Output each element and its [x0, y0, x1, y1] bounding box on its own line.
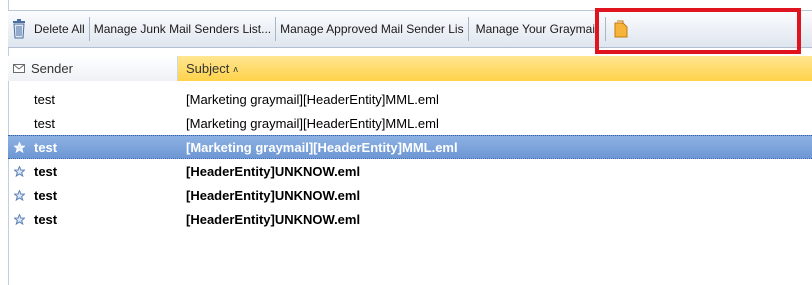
table-row[interactable]: test [HeaderEntity]UNKNOW.eml [8, 159, 812, 183]
toolbar-separator [604, 17, 606, 41]
subject-column-label: Subject [186, 61, 230, 76]
message-list: Sender Subject ʌ test [Marketing graymai… [8, 56, 812, 285]
manage-graymail-button[interactable]: Manage Your Graymail [469, 11, 605, 47]
star-icon [13, 189, 25, 201]
flag-cell[interactable] [8, 159, 30, 183]
flag-cell[interactable] [8, 207, 30, 231]
sender-cell: test [34, 211, 58, 227]
manage-junk-senders-button[interactable]: Manage Junk Mail Senders List... [90, 11, 275, 47]
table-row[interactable]: test [HeaderEntity]UNKNOW.eml [8, 183, 812, 207]
subject-cell: [Marketing graymail][HeaderEntity]MML.em… [186, 115, 439, 131]
subject-cell: [HeaderEntity]UNKNOW.eml [186, 211, 361, 227]
envelope-icon [13, 64, 25, 73]
message-list-header: Sender Subject ʌ [8, 56, 812, 81]
sender-column-header[interactable]: Sender [8, 56, 178, 81]
sender-column-label: Sender [31, 61, 73, 76]
star-icon [13, 213, 25, 225]
delete-all-button[interactable]: Delete All [30, 11, 89, 47]
sender-cell: test [34, 187, 58, 203]
sender-cell: test [34, 163, 58, 179]
subject-column-header[interactable]: Subject ʌ [178, 56, 812, 81]
table-row[interactable]: test [Marketing graymail][HeaderEntity]M… [8, 111, 812, 135]
message-rows: test [Marketing graymail][HeaderEntity]M… [8, 87, 812, 231]
star-icon [13, 141, 25, 153]
subject-cell: [HeaderEntity]UNKNOW.eml [186, 187, 361, 203]
sort-ascending-icon: ʌ [233, 63, 238, 74]
flag-cell[interactable] [8, 135, 30, 159]
table-row[interactable]: test [HeaderEntity]UNKNOW.eml [8, 207, 812, 231]
subject-cell: [Marketing graymail][HeaderEntity]MML.em… [186, 91, 439, 107]
flag-cell[interactable] [8, 111, 30, 135]
flag-cell[interactable] [8, 87, 30, 111]
document-icon[interactable] [614, 20, 628, 38]
sender-cell: test [34, 115, 55, 131]
table-row-selected[interactable]: test [Marketing graymail][HeaderEntity]M… [8, 135, 812, 159]
subject-cell: [HeaderEntity]UNKNOW.eml [186, 163, 361, 179]
toolbar: Delete All Manage Junk Mail Senders List… [8, 10, 812, 48]
sender-cell: test [34, 139, 58, 155]
trash-icon [13, 19, 25, 39]
delete-all-icon-button[interactable] [8, 11, 30, 47]
subject-cell: [Marketing graymail][HeaderEntity]MML.em… [186, 139, 458, 155]
flag-cell[interactable] [8, 183, 30, 207]
sender-cell: test [34, 91, 55, 107]
manage-approved-senders-button[interactable]: Manage Approved Mail Sender Lis [276, 11, 467, 47]
table-row[interactable]: test [Marketing graymail][HeaderEntity]M… [8, 87, 812, 111]
star-icon [13, 165, 25, 177]
